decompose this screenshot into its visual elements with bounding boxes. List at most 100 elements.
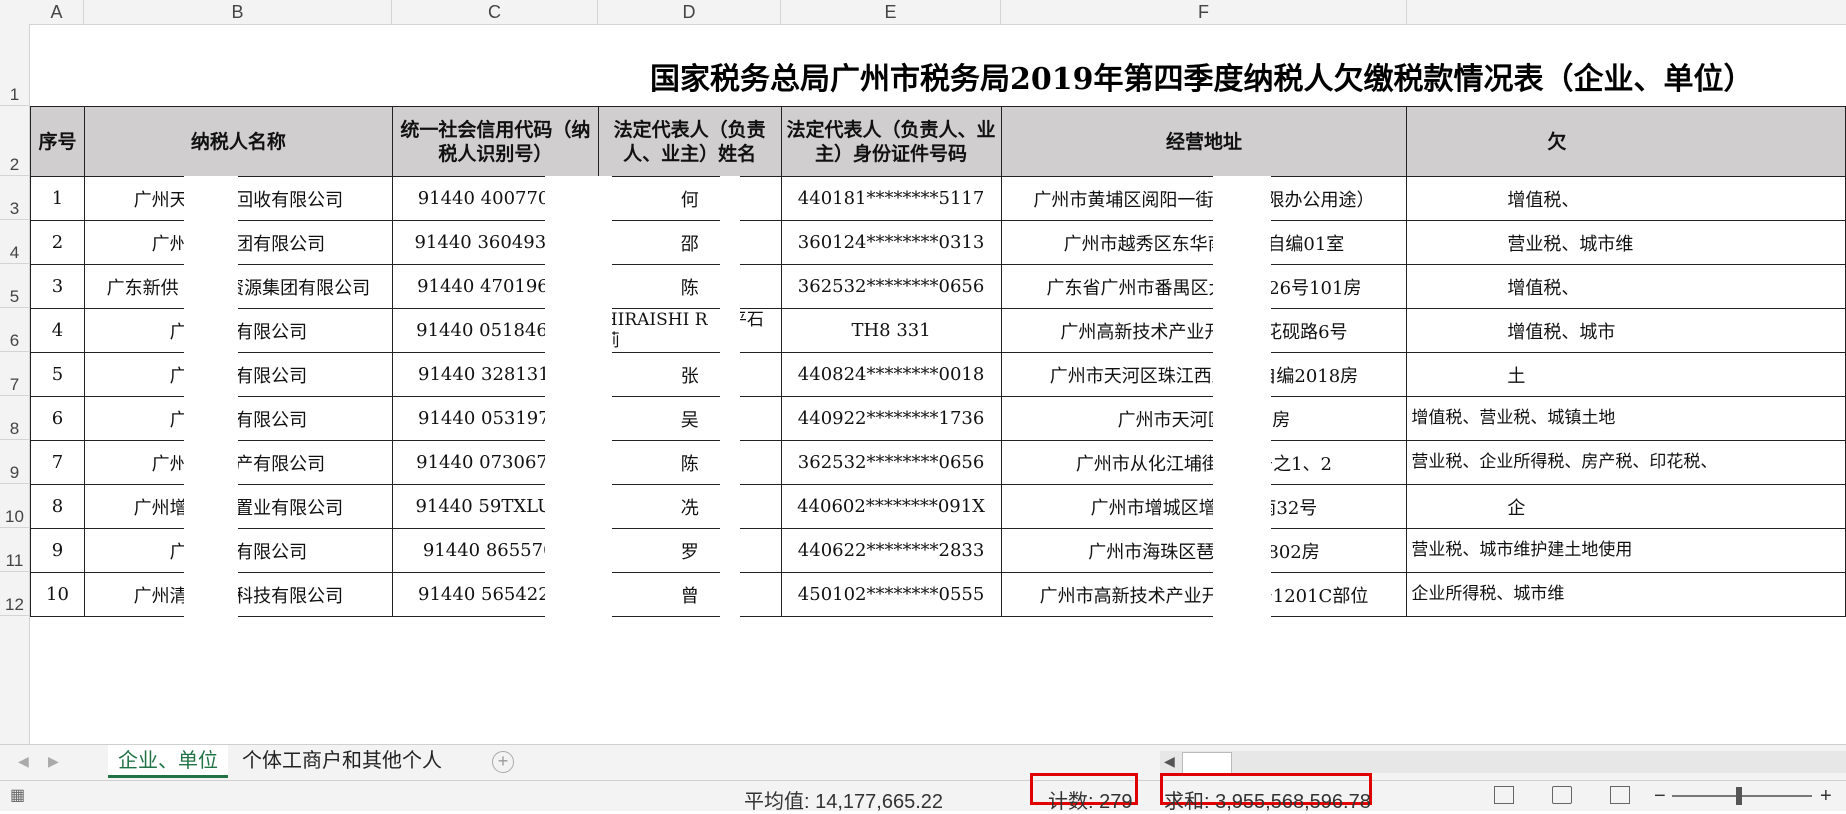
next-sheet-icon[interactable]: ▶ <box>48 753 59 770</box>
cell-tax-type[interactable]: 营业税、企业所得税、房产税、印花税、 <box>1406 440 1846 485</box>
cell-address[interactable]: 广州高新技术产业开发 茶花砚路6号 <box>1000 308 1408 353</box>
cell-seq[interactable]: 1 <box>30 176 85 221</box>
cell-address[interactable]: 广州市海珠区琶洲 号1802房 <box>1000 528 1408 573</box>
cell-taxpayer-name[interactable]: 广 华 业有限公司 <box>83 396 393 441</box>
zoom-out-button[interactable]: − <box>1654 785 1666 808</box>
cell-seq[interactable]: 10 <box>30 572 85 617</box>
header-rep[interactable]: 法定代表人（负责人、业主）姓名 <box>597 106 782 177</box>
header-tax[interactable]: 欠 <box>1406 106 1846 177</box>
cell-tax-type[interactable]: 营业税、城市维护建土地使用 <box>1406 528 1846 573</box>
row-header-11[interactable]: 11 <box>0 528 29 572</box>
cell-id-number[interactable]: 360124********0313 <box>780 220 1002 265</box>
macro-record-icon[interactable]: ▦ <box>10 785 25 805</box>
page-layout-view-icon[interactable] <box>1552 786 1572 804</box>
column-header-e[interactable]: E <box>781 0 1001 24</box>
cell-legal-rep[interactable]: 陈 <box>597 440 782 485</box>
cell-id-number[interactable]: 440922********1736 <box>780 396 1002 441</box>
cell-legal-rep[interactable]: 冼 <box>597 484 782 529</box>
cell-legal-rep[interactable]: 陈 <box>597 264 782 309</box>
header-id[interactable]: 法定代表人（负责人、业主）身份证件号码 <box>780 106 1002 177</box>
cell-legal-rep[interactable]: 吴 <box>597 396 782 441</box>
page-break-preview-icon[interactable] <box>1610 786 1630 804</box>
cell-tax-type[interactable]: 增值税、城市 <box>1406 308 1846 353</box>
cell-address[interactable]: 广州市天河区马 01房 <box>1000 396 1408 441</box>
cell-seq[interactable]: 7 <box>30 440 85 485</box>
header-name[interactable]: 纳税人名称 <box>83 106 393 177</box>
cell-address[interactable]: 广州市黄埔区阅阳一街4号 仅限办公用途） <box>1000 176 1408 221</box>
cell-tax-type[interactable]: 增值税、营业税、城镇土地 <box>1406 396 1846 441</box>
cell-id-number[interactable]: 362532********0656 <box>780 264 1002 309</box>
row-header-4[interactable]: 4 <box>0 220 29 264</box>
cell-id-number[interactable]: 440824********0018 <box>780 352 1002 397</box>
row-header-5[interactable]: 5 <box>0 264 29 308</box>
cell-taxpayer-name[interactable]: 广州清 瑞 息科技有限公司 <box>83 572 393 617</box>
row-header-9[interactable]: 9 <box>0 440 29 484</box>
cell-legal-rep[interactable]: 张 <box>597 352 782 397</box>
cell-taxpayer-name[interactable]: 广州 印 集团有限公司 <box>83 220 393 265</box>
cell-taxpayer-name[interactable]: 广 盛 子有限公司 <box>83 308 393 353</box>
cell-address[interactable]: 广州市越秀区东华南路 房自编01室 <box>1000 220 1408 265</box>
cell-seq[interactable]: 3 <box>30 264 85 309</box>
cell-address[interactable]: 广州市高新技术产业开发 9号1201C部位 <box>1000 572 1408 617</box>
cell-seq[interactable]: 6 <box>30 396 85 441</box>
cell-tax-type[interactable]: 企 <box>1406 484 1846 529</box>
cell-id-number[interactable]: 440181********5117 <box>780 176 1002 221</box>
scroll-left-icon[interactable]: ◀ <box>1164 753 1175 770</box>
scrollbar-thumb[interactable] <box>1182 752 1232 774</box>
row-header-1[interactable]: 1 <box>0 24 29 106</box>
cell-seq[interactable]: 9 <box>30 528 85 573</box>
zoom-slider-track[interactable] <box>1672 795 1812 797</box>
row-header-7[interactable]: 7 <box>0 352 29 396</box>
column-header-b[interactable]: B <box>84 0 392 24</box>
cell-seq[interactable]: 4 <box>30 308 85 353</box>
column-header-g[interactable] <box>1407 0 1846 24</box>
worksheet-grid[interactable]: 国家税务总局广州市税务局2019年第四季度纳税人欠缴税款情况表（企业、单位） 序… <box>30 24 1846 744</box>
header-code[interactable]: 统一社会信用代码（纳税人识别号） <box>391 106 599 177</box>
cell-taxpayer-name[interactable]: 广州增 区 昇置业有限公司 <box>83 484 393 529</box>
cell-tax-type[interactable]: 增值税、 <box>1406 176 1846 221</box>
cell-taxpayer-name[interactable]: 广 市 业有限公司 <box>83 352 393 397</box>
cell-id-number[interactable]: 362532********0656 <box>780 440 1002 485</box>
cell-tax-type[interactable]: 土 <box>1406 352 1846 397</box>
cell-taxpayer-name[interactable]: 广 市 览有限公司 <box>83 528 393 573</box>
prev-sheet-icon[interactable]: ◀ <box>18 753 29 770</box>
zoom-slider-thumb[interactable] <box>1736 787 1742 805</box>
cell-tax-type[interactable]: 增值税、 <box>1406 264 1846 309</box>
cell-taxpayer-name[interactable]: 广州 宏 地产有限公司 <box>83 440 393 485</box>
cell-seq[interactable]: 8 <box>30 484 85 529</box>
row-header-3[interactable]: 3 <box>0 176 29 220</box>
cell-seq[interactable]: 5 <box>30 352 85 397</box>
row-header-8[interactable]: 8 <box>0 396 29 440</box>
cell-tax-type[interactable]: 营业税、城市维 <box>1406 220 1846 265</box>
tab-enterprise[interactable]: 企业、单位 <box>108 745 228 778</box>
horizontal-scrollbar[interactable]: ◀ <box>1160 751 1846 774</box>
cell-address[interactable]: 广州市从化江埔街从 1号之1、2 <box>1000 440 1408 485</box>
column-header-d[interactable]: D <box>598 0 781 24</box>
cell-tax-type[interactable]: 企业所得税、城市维 <box>1406 572 1846 617</box>
row-header-10[interactable]: 10 <box>0 484 29 528</box>
tab-individual[interactable]: 个体工商户和其他个人 <box>232 745 452 775</box>
column-header-f[interactable]: F <box>1001 0 1407 24</box>
column-header-c[interactable]: C <box>392 0 598 24</box>
header-seq[interactable]: 序号 <box>30 106 85 177</box>
cell-id-number[interactable]: 450102********0555 <box>780 572 1002 617</box>
cell-taxpayer-name[interactable]: 广州天 再 源回收有限公司 <box>83 176 393 221</box>
row-header-2[interactable]: 2 <box>0 106 29 176</box>
header-addr[interactable]: 经营地址 <box>1000 106 1408 177</box>
zoom-in-button[interactable]: + <box>1820 785 1832 808</box>
cell-legal-rep[interactable]: 何 <box>597 176 782 221</box>
cell-id-number[interactable]: TH8 331 <box>780 308 1002 353</box>
cell-id-number[interactable]: 440602********091X <box>780 484 1002 529</box>
cell-address[interactable]: 广东省广州市番禺区大石 路26号101房 <box>1000 264 1408 309</box>
add-sheet-icon[interactable]: + <box>492 751 514 773</box>
cell-address[interactable]: 广州市增城区增江 江南32号 <box>1000 484 1408 529</box>
cell-legal-rep[interactable]: 罗 <box>597 528 782 573</box>
cell-seq[interactable]: 2 <box>30 220 85 265</box>
cell-address[interactable]: 广州市天河区珠江西路8 2自编2018房 <box>1000 352 1408 397</box>
cell-legal-rep[interactable]: 邵 <box>597 220 782 265</box>
row-header-12[interactable]: 12 <box>0 572 29 616</box>
cell-legal-rep[interactable]: 曾 <box>597 572 782 617</box>
cell-legal-rep[interactable]: HIRAISHI R （平石莉 <box>597 308 782 353</box>
column-header-a[interactable]: A <box>30 0 84 24</box>
cell-taxpayer-name[interactable]: 广东新供 天供 资源集团有限公司 <box>83 264 393 309</box>
